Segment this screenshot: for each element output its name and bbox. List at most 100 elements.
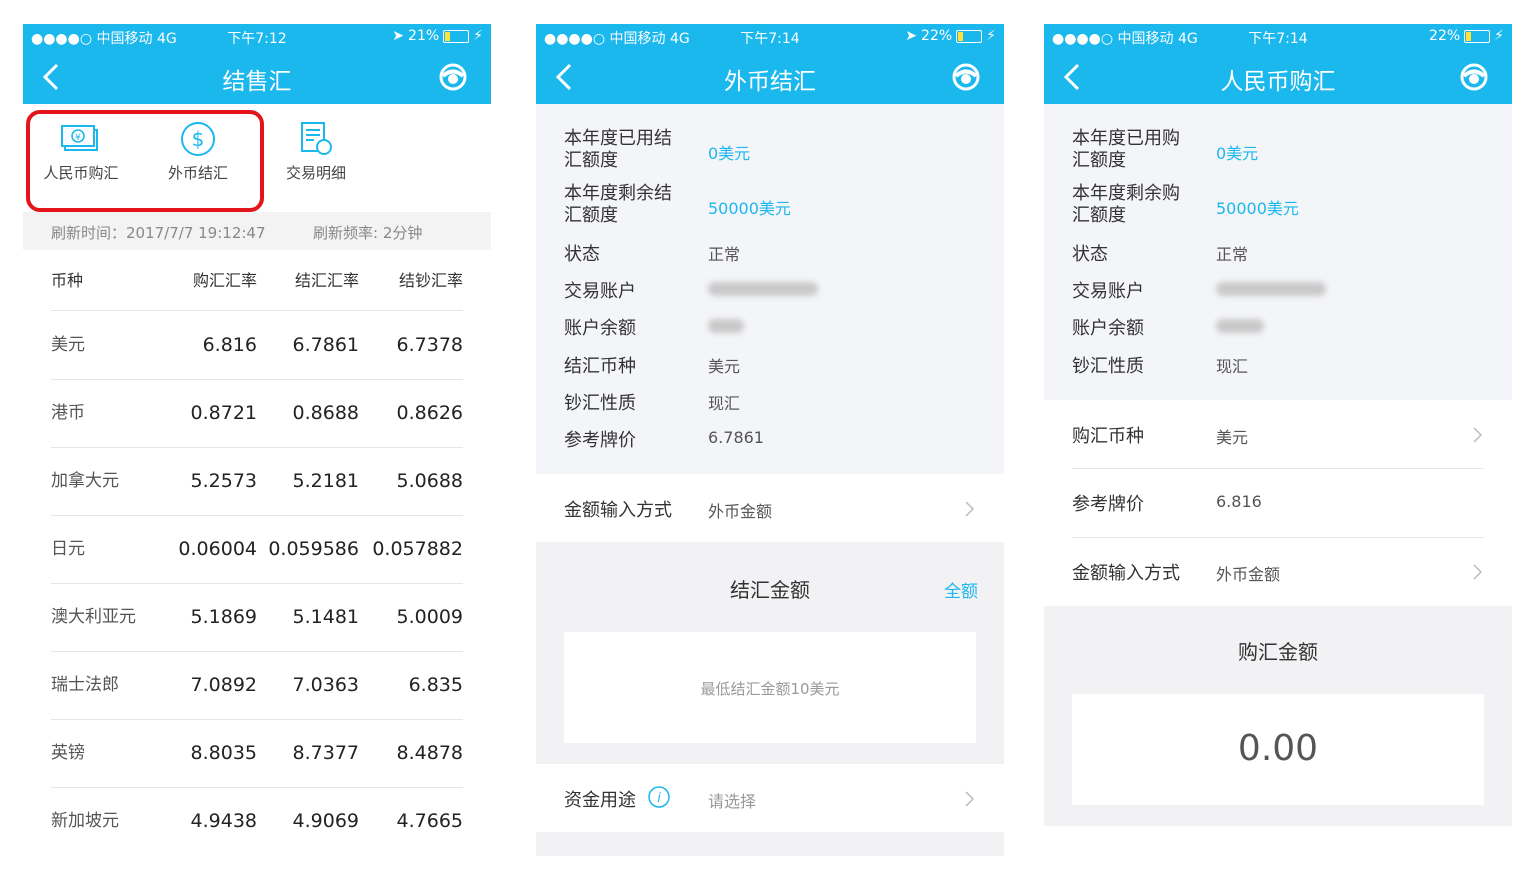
table-row[interactable]: 瑞士法郎 7.0892 7.0363 6.835: [51, 651, 463, 720]
currency-label: 购汇币种: [1072, 426, 1144, 447]
status-value: 正常: [1216, 245, 1249, 264]
remaining-quota-value: 50000美元: [1216, 199, 1299, 218]
remaining-quota-label: 本年度剩余购 汇额度: [1072, 183, 1180, 226]
page-title: 结售汇: [222, 69, 292, 95]
status-label: 状态: [564, 244, 600, 265]
status-bar: ●●●●○ 中国移动 4G 下午7:14 22% ⚡: [1044, 24, 1512, 50]
battery-icon: [1464, 29, 1491, 43]
amount-method-row[interactable]: 金额输入方式 外币金额: [536, 474, 1004, 542]
purpose-label: 资金用途: [564, 790, 636, 811]
price-label: 参考牌价: [564, 430, 636, 451]
price-label: 参考牌价: [1072, 494, 1144, 515]
method-value: 外币金额: [708, 502, 773, 521]
charging-icon: ⚡: [473, 28, 483, 44]
balance-value-redacted: [708, 318, 744, 337]
quota-info-panel: 本年度已用购 汇额度 0美元 本年度剩余购 汇额度 50000美元 状态 正常 …: [1044, 104, 1512, 400]
quota-info-panel: 本年度已用结 汇额度 0美元 本年度剩余结 汇额度 50000美元 状态 正常 …: [536, 104, 1004, 474]
nav-bar: 结售汇: [23, 50, 491, 104]
table-row[interactable]: 新加坡元 4.9438 4.9069 4.7665: [51, 787, 463, 855]
nav-bar: 人民币购汇: [1044, 50, 1512, 104]
amount-method-row[interactable]: 金额输入方式 外币金额: [1044, 538, 1512, 606]
table-row[interactable]: 加拿大元 5.2573 5.2181 5.0688: [51, 447, 463, 516]
status-bar: ●●●●○ 中国移动 4G 下午7:12 ➤ 21% ⚡: [23, 24, 491, 50]
account-value-redacted: [1216, 281, 1326, 300]
status-bar: ●●●●○ 中国移动 4G 下午7:14 ➤ 22% ⚡: [536, 24, 1004, 50]
account-value-redacted: [708, 281, 818, 300]
table-row[interactable]: 港币 0.8721 0.8688 0.8626: [51, 379, 463, 448]
header-buy-rate: 购汇汇率: [192, 271, 257, 290]
transaction-list-icon: [301, 122, 332, 155]
amount-placeholder: 最低结汇金额10美元: [700, 680, 840, 698]
currency-label: 结汇币种: [564, 356, 636, 377]
amount-input[interactable]: 0.00: [1072, 694, 1484, 805]
nature-label: 钞汇性质: [1072, 356, 1144, 377]
nature-value: 现汇: [1216, 357, 1249, 376]
refresh-frequency: 刷新频率: 2分钟: [313, 224, 423, 242]
page-title: 外币结汇: [724, 69, 816, 95]
price-value: 6.816: [1216, 492, 1262, 511]
currency-value: 美元: [1216, 428, 1249, 447]
nav-bar: 外币结汇: [536, 50, 1004, 104]
customer-service-icon[interactable]: [950, 61, 982, 93]
remaining-quota-value: 50000美元: [708, 199, 791, 218]
screen-foreign-settlement: ●●●●○ 中国移动 4G 下午7:14 ➤ 22% ⚡ 外币结汇 本年度已用结 汇…: [536, 24, 1004, 856]
method-label: 金额输入方式: [1072, 563, 1180, 584]
nature-label: 钞汇性质: [564, 393, 636, 414]
price-value: 6.7861: [708, 428, 764, 447]
balance-label: 账户余额: [1072, 318, 1144, 339]
fund-purpose-row[interactable]: 资金用途 i 请选择: [536, 764, 1004, 832]
battery-icon: [956, 29, 983, 43]
customer-service-icon[interactable]: [1458, 61, 1490, 93]
balance-label: 账户余额: [564, 318, 636, 339]
used-quota-value: 0美元: [1216, 144, 1259, 163]
chevron-right-icon: [965, 501, 974, 517]
method-label: 金额输入方式: [564, 500, 672, 521]
refresh-time: 刷新时间：2017/7/7 19:12:47: [51, 224, 266, 242]
account-label: 交易账户: [564, 281, 636, 302]
tile-transaction-details[interactable]: 交易明细: [261, 122, 371, 183]
rate-table-header: 币种 购汇汇率 结汇汇率 结钞汇率: [51, 264, 463, 311]
highlight-box: [26, 110, 264, 212]
balance-value-redacted: [1216, 318, 1264, 337]
page-title: 人民币购汇: [1220, 69, 1336, 95]
status-value: 正常: [708, 245, 741, 264]
refresh-info-bar: 刷新时间：2017/7/7 19:12:47 刷新频率: 2分钟: [23, 212, 491, 250]
amount-value: 0.00: [1237, 728, 1319, 769]
charging-icon: ⚡: [1494, 28, 1504, 44]
amount-input[interactable]: 最低结汇金额10美元: [564, 632, 976, 743]
screen-rmb-purchase: ●●●●○ 中国移动 4G 下午7:14 22% ⚡ 人民币购汇 本年度已用购 汇…: [1044, 24, 1512, 856]
purchase-options-panel: 购汇币种 美元 参考牌价 6.816 金额输入方式 外币金额: [1044, 400, 1512, 606]
amount-section-title: 结汇金额: [730, 578, 810, 602]
header-settle-rate: 结汇汇率: [294, 271, 359, 290]
chevron-right-icon: [1473, 564, 1482, 580]
method-value: 外币金额: [1216, 565, 1281, 584]
used-quota-label: 本年度已用结 汇额度: [564, 128, 672, 171]
battery-icon: [443, 29, 470, 43]
svg-text:i: i: [657, 791, 661, 806]
fund-purpose-row-partial: [1044, 826, 1512, 856]
customer-service-icon[interactable]: [437, 61, 469, 93]
amount-section-title: 购汇金额: [1238, 640, 1318, 664]
battery-percent: 22%: [921, 28, 953, 44]
account-label: 交易账户: [1072, 281, 1144, 302]
purpose-value: 请选择: [708, 792, 757, 811]
tile-label: 交易明细: [285, 164, 346, 182]
table-row[interactable]: 澳大利亚元 5.1869 5.1481 5.0009: [51, 583, 463, 652]
full-amount-link[interactable]: 全额: [944, 577, 978, 602]
table-row[interactable]: 英镑 8.8035 8.7377 8.4878: [51, 719, 463, 788]
chevron-right-icon: [1473, 427, 1482, 443]
screen-exchange-home: ●●●●○ 中国移动 4G 下午7:12 ➤ 21% ⚡ 结售汇 ¥ 人民币购汇 $…: [23, 24, 491, 856]
location-icon: ➤: [905, 28, 918, 44]
header-cash-rate: 结钞汇率: [398, 271, 463, 290]
used-quota-value: 0美元: [708, 144, 751, 163]
info-icon[interactable]: i: [648, 786, 670, 808]
table-row[interactable]: 日元 0.06004 0.059586 0.057882: [51, 515, 463, 584]
price-row: 参考牌价 6.816: [1044, 469, 1512, 537]
header-currency: 币种: [51, 271, 84, 290]
currency-row[interactable]: 购汇币种 美元: [1044, 400, 1512, 468]
charging-icon: ⚡: [986, 28, 996, 44]
used-quota-label: 本年度已用购 汇额度: [1072, 128, 1180, 171]
table-row[interactable]: 美元 6.816 6.7861 6.7378: [51, 311, 463, 380]
battery-percent: 22%: [1429, 28, 1461, 44]
nature-value: 现汇: [708, 394, 741, 413]
